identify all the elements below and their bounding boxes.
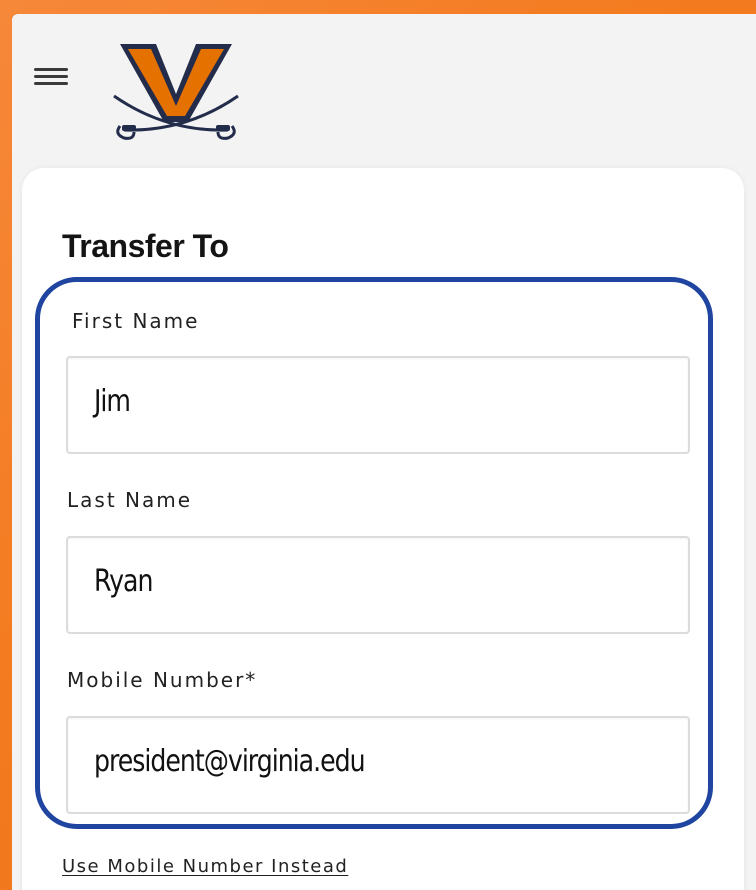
transfer-card: Transfer To First Name Jim Last Name Rya… xyxy=(22,168,744,890)
logo-grip-right xyxy=(216,125,230,131)
menu-bar xyxy=(34,75,68,78)
first-name-value: Jim xyxy=(94,384,131,419)
app-header xyxy=(12,14,756,164)
hamburger-menu-icon[interactable] xyxy=(34,60,72,90)
last-name-input[interactable]: Ryan xyxy=(66,536,690,634)
logo-grip-left xyxy=(122,125,136,131)
app-screen: Transfer To First Name Jim Last Name Rya… xyxy=(12,14,756,890)
first-name-label: First Name xyxy=(72,309,200,333)
mobile-number-value: president@virginia.edu xyxy=(94,744,366,779)
last-name-value: Ryan xyxy=(94,564,153,599)
last-name-label: Last Name xyxy=(67,488,193,512)
menu-bar xyxy=(34,68,68,71)
virginia-v-sabres-logo xyxy=(113,44,239,140)
first-name-input[interactable]: Jim xyxy=(66,356,690,454)
use-mobile-number-link[interactable]: Use Mobile Number Instead xyxy=(62,856,348,877)
mobile-number-label: Mobile Number* xyxy=(67,668,258,692)
mobile-number-input[interactable]: president@virginia.edu xyxy=(66,716,690,814)
transfer-to-heading: Transfer To xyxy=(62,228,229,264)
menu-bar xyxy=(34,82,68,85)
